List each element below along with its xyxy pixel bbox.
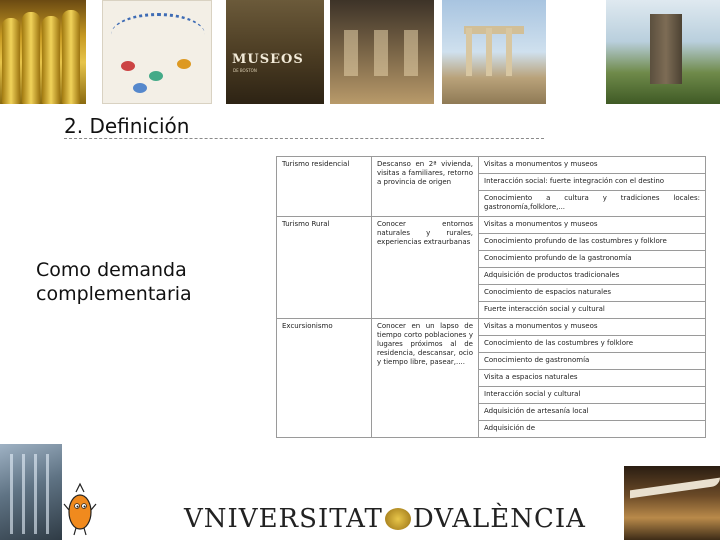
table-row: Excursionismo Conocer en un lapso de tie…	[276, 318, 706, 438]
activity-item: Adquisición de productos tradicionales	[479, 268, 705, 285]
activity-item: Visitas a monumentos y museos	[479, 319, 705, 336]
description-cell: Conocer en un lapso de tiempo corto pobl…	[371, 318, 479, 438]
roman-ruins-photo	[442, 0, 546, 104]
activities-cell: Visitas a monumentos y museos Conocimien…	[478, 216, 706, 319]
olive-oil-bottles-photo	[0, 0, 86, 104]
museum-hall-photo	[330, 0, 434, 104]
activity-item: Fuerte interacción social y cultural	[484, 305, 605, 313]
activity-item: Conocimiento profundo de la gastronomía	[479, 251, 705, 268]
side-label: Como demanda complementaria	[36, 259, 192, 305]
route-map-photo	[102, 0, 212, 104]
museos-label: MUSEOS	[232, 52, 304, 67]
slide-title: 2. Definición	[64, 114, 190, 138]
tower-ruins-photo	[606, 0, 720, 104]
tourism-type-cell: Excursionismo	[276, 318, 372, 438]
university-name: VNIVERSITAT DVALÈNCIA	[184, 504, 586, 534]
activity-item: Visitas a monumentos y museos	[479, 217, 705, 234]
description-cell: Descanso en 2ª vivienda, visitas a famil…	[371, 156, 479, 217]
table-row: Turismo Rural Conocer entornos naturales…	[276, 216, 706, 319]
university-name-part1: VNIVERSITAT	[184, 504, 383, 534]
modern-building-photo	[0, 444, 62, 540]
tourism-types-table: Turismo residencial Descanso en 2ª vivie…	[276, 156, 706, 438]
bridge-architecture-photo	[624, 466, 720, 540]
tourism-type-cell: Turismo Rural	[276, 216, 372, 319]
activity-item: Conocimiento a cultura y tradiciones loc…	[484, 194, 700, 211]
tourism-type-cell: Turismo residencial	[276, 156, 372, 217]
activity-item: Adquisición de artesanía local	[479, 404, 705, 421]
museos-brochure-photo: MUSEOS DE BOSTON	[226, 0, 324, 104]
university-name-part2: D	[412, 504, 435, 534]
activity-item: Adquisición de	[484, 424, 536, 432]
activity-item: Interacción social: fuerte integración c…	[479, 174, 705, 191]
title-divider	[64, 138, 544, 139]
university-banner: VNIVERSITAT DVALÈNCIA	[170, 496, 585, 540]
description-cell: Conocer entornos naturales y rurales, ex…	[371, 216, 479, 319]
activities-cell: Visitas a monumentos y museos Interacció…	[478, 156, 706, 217]
activity-item: Interacción social y cultural	[479, 387, 705, 404]
activities-cell: Visitas a monumentos y museos Conocimien…	[478, 318, 706, 438]
orange-mascot-icon	[63, 482, 97, 536]
activity-item: Conocimiento de espacios naturales	[479, 285, 705, 302]
activity-item: Conocimiento profundo de las costumbres …	[479, 234, 705, 251]
university-name-part3: VALÈNCIA	[434, 504, 586, 534]
table-row: Turismo residencial Descanso en 2ª vivie…	[276, 156, 706, 217]
activity-item: Visitas a monumentos y museos	[479, 157, 705, 174]
activity-item: Conocimiento de las costumbres y folklor…	[479, 336, 705, 353]
university-seal-icon	[384, 508, 411, 530]
museos-sub-label: DE BOSTON	[233, 68, 257, 73]
activity-item: Conocimiento de gastronomía	[479, 353, 705, 370]
activity-item: Visita a espacios naturales	[479, 370, 705, 387]
